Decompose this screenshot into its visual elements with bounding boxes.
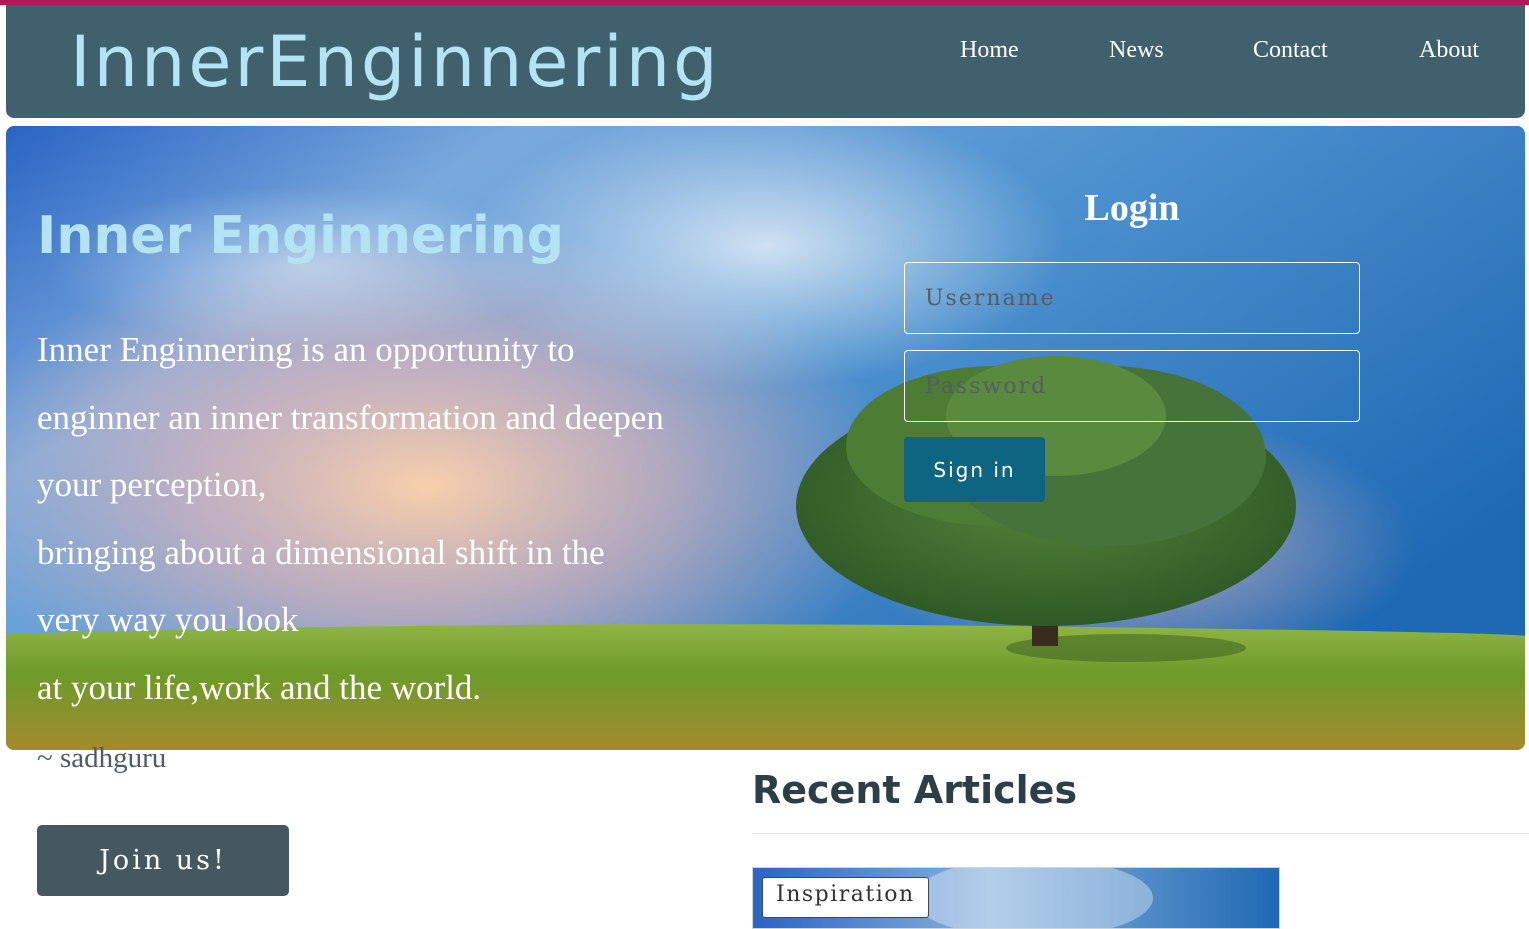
login-title: Login: [1084, 187, 1180, 229]
hero-line: bringing about a dimensional shift in th…: [37, 532, 605, 572]
article-tag[interactable]: Inspiration: [762, 877, 929, 918]
hero-line: very way you look: [37, 600, 299, 639]
hero-banner: Inner Enginnering Inner Enginnering is a…: [6, 126, 1525, 750]
hero-title: Inner Enginnering: [37, 206, 565, 266]
hero-line: at your life,work and the world.: [37, 667, 482, 707]
hero-line: Inner Enginnering is an opportunity to: [37, 330, 575, 369]
nav-contact[interactable]: Contact: [1253, 37, 1328, 64]
hero-line: enginner an inner transformation and dee…: [37, 397, 664, 437]
recent-articles-heading: Recent Articles: [752, 768, 1078, 812]
nav-news[interactable]: News: [1109, 37, 1164, 64]
article-card[interactable]: Inspiration: [752, 867, 1280, 929]
hero-line: your perception,: [37, 465, 267, 504]
sign-in-button[interactable]: Sign in: [904, 437, 1045, 502]
site-logo-text[interactable]: InnerEnginnering: [70, 27, 721, 97]
password-input[interactable]: [904, 350, 1360, 422]
username-input[interactable]: [904, 262, 1360, 334]
nav-home[interactable]: Home: [960, 37, 1019, 64]
section-divider: [752, 833, 1529, 834]
site-header: InnerEnginnering Home News Contact About: [6, 5, 1525, 118]
hero-description: Inner Enginnering is an opportunity to e…: [37, 316, 737, 721]
nav-about[interactable]: About: [1419, 37, 1479, 64]
quote-attribution: ~ sadhguru: [37, 742, 167, 774]
join-us-button[interactable]: Join us!: [37, 825, 289, 896]
